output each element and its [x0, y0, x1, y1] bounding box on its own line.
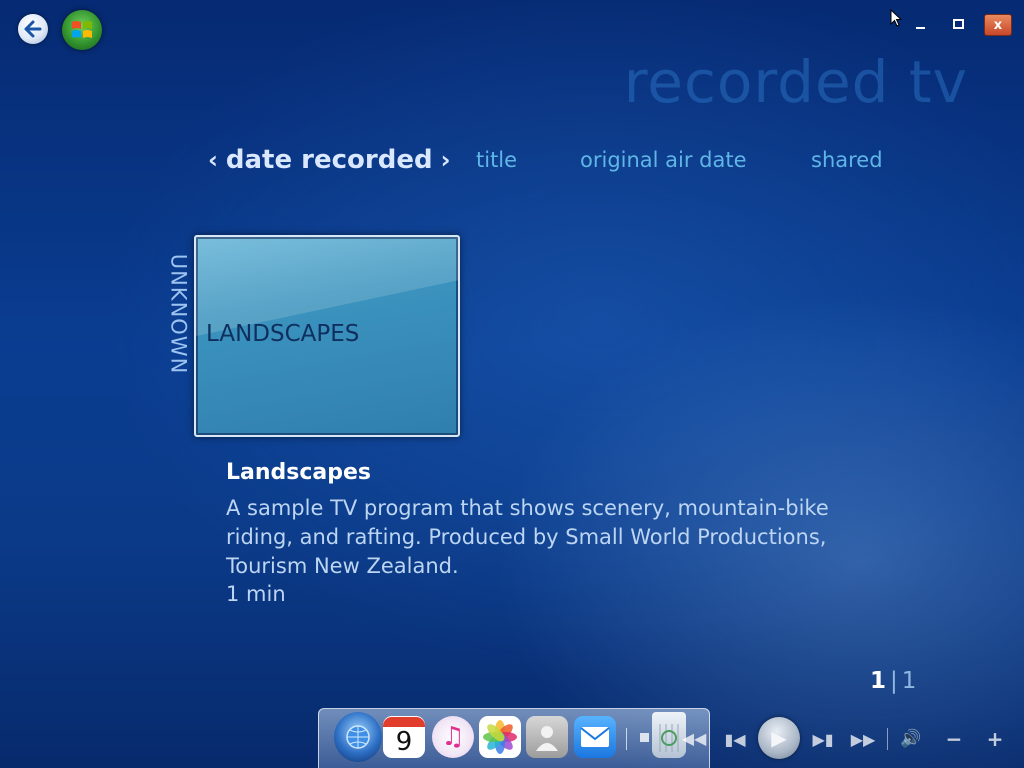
- globe-icon: [346, 725, 370, 749]
- previous-icon[interactable]: ▮◀: [722, 726, 748, 752]
- volume-up-icon[interactable]: +: [983, 726, 1007, 752]
- program-duration: 1 min: [226, 582, 286, 606]
- tile-label: LANDSCAPES: [206, 321, 360, 347]
- chevron-left-icon[interactable]: ‹: [208, 146, 218, 174]
- minimize-button[interactable]: [908, 14, 932, 34]
- playback-separator: [887, 728, 888, 750]
- page-total: 1: [901, 668, 917, 694]
- restore-icon: [952, 19, 964, 29]
- volume-down-icon[interactable]: −: [942, 726, 966, 752]
- minimize-icon: [915, 27, 925, 29]
- volume-icon[interactable]: 🔊: [898, 726, 924, 752]
- program-description: A sample TV program that shows scenery, …: [226, 496, 829, 578]
- page-title: recorded tv: [623, 48, 968, 116]
- dock-separator: [626, 728, 627, 750]
- next-icon[interactable]: ▶▮: [810, 726, 836, 752]
- tab-date-recorded[interactable]: ‹ date recorded ›: [200, 145, 458, 175]
- page-separator: |: [890, 668, 898, 694]
- back-arrow-icon: [24, 20, 42, 38]
- close-button[interactable]: x: [984, 14, 1012, 36]
- music-icon[interactable]: ♫: [432, 716, 474, 758]
- photos-icon[interactable]: [479, 716, 521, 758]
- tab-shared[interactable]: shared: [811, 148, 883, 172]
- mail-icon[interactable]: [574, 716, 616, 758]
- finder-icon[interactable]: [334, 712, 382, 762]
- tab-date-recorded-label: date recorded: [225, 145, 433, 175]
- mouse-cursor-icon: [890, 9, 902, 27]
- sort-tabs: ‹ date recorded ›: [200, 142, 458, 178]
- rewind-icon[interactable]: ◀◀: [682, 726, 707, 750]
- page-current: 1: [870, 668, 887, 694]
- program-title: Landscapes: [226, 460, 372, 485]
- tab-original-air-date[interactable]: original air date: [580, 148, 747, 172]
- recording-tile[interactable]: LANDSCAPES: [194, 235, 460, 437]
- group-label: UNKNOWN: [160, 244, 196, 384]
- calendar-icon[interactable]: 9: [383, 716, 425, 758]
- windows-logo-icon: [72, 21, 92, 38]
- page-indicator: 1 | 1: [870, 668, 916, 694]
- chevron-right-icon[interactable]: ›: [441, 146, 451, 174]
- stop-icon[interactable]: [640, 733, 649, 742]
- windows-start-button[interactable]: [62, 10, 102, 50]
- play-icon[interactable]: ▶: [758, 717, 800, 759]
- restore-button[interactable]: [946, 14, 970, 34]
- back-button[interactable]: [18, 14, 48, 44]
- group-label-text: UNKNOWN: [166, 253, 190, 375]
- close-icon: x: [993, 17, 1003, 33]
- tab-title[interactable]: title: [476, 148, 517, 172]
- fast-forward-icon[interactable]: ▶▶: [850, 726, 876, 752]
- calendar-day: 9: [395, 727, 413, 757]
- contacts-icon[interactable]: [526, 716, 568, 758]
